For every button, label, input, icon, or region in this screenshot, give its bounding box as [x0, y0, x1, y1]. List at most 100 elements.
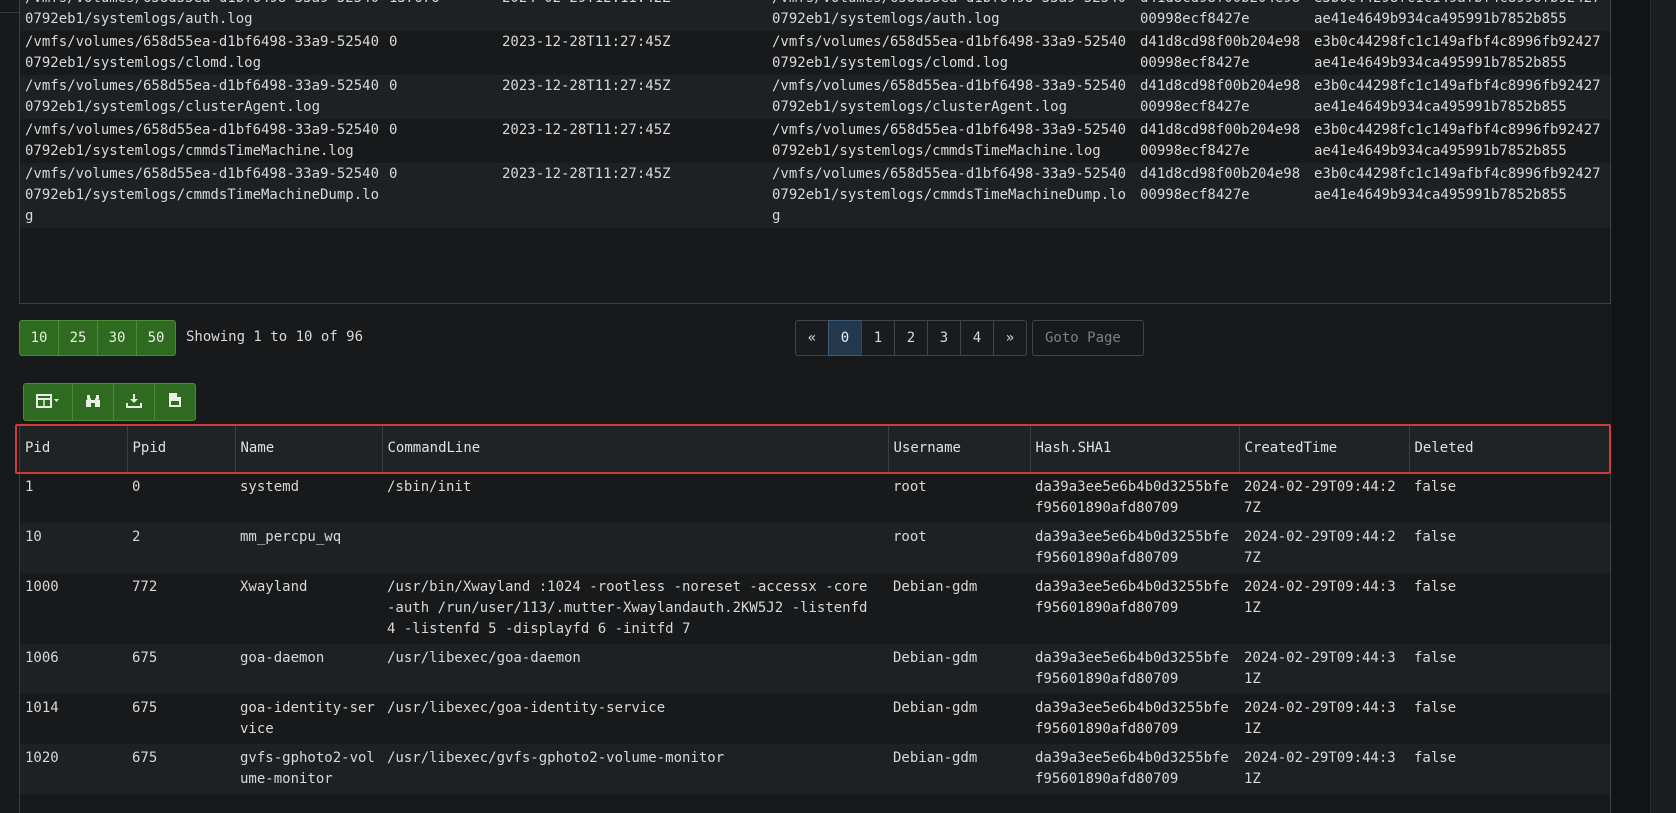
table-cell: d41d8cd98f00b204e9800998ecf8427e: [1135, 31, 1309, 75]
goto-page-input[interactable]: [1032, 320, 1144, 356]
files-table: /vmfs/volumes/658d55ea-d1bf6498-33a9-525…: [20, 0, 1610, 228]
table-cell: Debian-gdm: [888, 743, 1030, 794]
table-cell: 1014: [20, 693, 127, 744]
table-cell: /vmfs/volumes/658d55ea-d1bf6498-33a9-525…: [767, 163, 1135, 228]
table-cell: systemd: [235, 472, 382, 523]
table-cell: 2024-02-29T09:44:31Z: [1239, 693, 1409, 744]
table-cell: e3b0c44298fc1c149afbf4c8996fb92427ae41e4…: [1309, 119, 1610, 163]
table-cell: false: [1409, 572, 1610, 644]
table-cell: 0: [384, 163, 497, 228]
table-row[interactable]: /vmfs/volumes/658d55ea-d1bf6498-33a9-525…: [20, 75, 1610, 119]
columns-icon: [36, 393, 60, 412]
table-cell: 1006: [20, 643, 127, 694]
table-cell: 2023-12-28T11:27:45Z: [497, 163, 767, 228]
table-cell: /usr/bin/Xwayland :1024 -rootless -nores…: [382, 572, 888, 644]
table-cell: 2024-02-29T09:44:27Z: [1239, 522, 1409, 573]
table-row[interactable]: 1000 772 Xwayland/usr/bin/Xwayland :1024 -…: [20, 572, 1610, 644]
table-cell: /vmfs/volumes/658d55ea-d1bf6498-33a9-525…: [767, 31, 1135, 75]
table-cell: 772: [127, 572, 235, 644]
page-4-button[interactable]: 4: [960, 320, 994, 356]
table-row[interactable]: 1006 675 goa-daemon/usr/libexec/goa-daemon…: [20, 643, 1610, 694]
table-cell: /vmfs/volumes/658d55ea-d1bf6498-33a9-525…: [20, 163, 384, 228]
table-cell: e3b0c44298fc1c149afbf4c8996fb92427ae41e4…: [1309, 31, 1610, 75]
table-cell: /usr/libexec/goa-identity-service: [382, 693, 888, 744]
column-header-commandline[interactable]: CommandLine: [382, 426, 889, 473]
table-row[interactable]: 1020 675 gvfs-gphoto2-volume-monitor/usr/l…: [20, 743, 1610, 794]
column-header-pid[interactable]: Pid: [20, 426, 128, 473]
table-cell: 1000: [20, 572, 127, 644]
page-3-button[interactable]: 3: [927, 320, 961, 356]
table-cell: 137676: [384, 0, 497, 31]
table-cell: da39a3ee5e6b4b0d3255bfef95601890afd80709: [1030, 522, 1239, 573]
table-cell: e3b0c44298fc1c149afbf4c8996fb92427ae41e4…: [1309, 163, 1610, 228]
table-cell: /vmfs/volumes/658d55ea-d1bf6498-33a9-525…: [767, 75, 1135, 119]
table-cell: Debian-gdm: [888, 693, 1030, 744]
column-header-hash-sha1[interactable]: Hash.SHA1: [1030, 426, 1240, 473]
page-1-button[interactable]: 1: [861, 320, 895, 356]
download-button[interactable]: [113, 383, 155, 421]
table-cell: Debian-gdm: [888, 643, 1030, 694]
table-row[interactable]: /vmfs/volumes/658d55ea-d1bf6498-33a9-525…: [20, 0, 1610, 31]
column-header-name[interactable]: Name: [235, 426, 383, 473]
table-cell: 2023-12-28T11:27:45Z: [497, 31, 767, 75]
column-toggle-button[interactable]: [23, 383, 73, 421]
vertical-scrollbar[interactable]: [1650, 0, 1676, 813]
table-cell: /vmfs/volumes/658d55ea-d1bf6498-33a9-525…: [20, 31, 384, 75]
table-row[interactable]: 1014 675 goa-identity-service/usr/libexec/…: [20, 693, 1610, 744]
page-size-group: 10 25 30 50: [19, 320, 176, 356]
column-header-createdtime[interactable]: CreatedTime: [1239, 426, 1410, 473]
table-cell: 2024-02-29T09:44:27Z: [1239, 472, 1409, 523]
column-header-deleted[interactable]: Deleted: [1409, 426, 1610, 473]
table-cell: root: [888, 522, 1030, 573]
table-cell: /vmfs/volumes/658d55ea-d1bf6498-33a9-525…: [767, 0, 1135, 31]
table-cell: 2: [127, 522, 235, 573]
page-size-30-button[interactable]: 30: [97, 320, 137, 356]
table-cell: mm_percpu_wq: [235, 522, 382, 573]
next-page-button[interactable]: »: [993, 320, 1027, 356]
search-button[interactable]: [72, 383, 114, 421]
page-size-10-button[interactable]: 10: [19, 320, 59, 356]
table-cell: goa-daemon: [235, 643, 382, 694]
table-cell: 675: [127, 693, 235, 744]
table-cell: e3b0c44298fc1c149afbf4c8996fb92427ae41e4…: [1309, 0, 1610, 31]
table-cell: false: [1409, 522, 1610, 573]
column-header-username[interactable]: Username: [888, 426, 1031, 473]
table-cell: root: [888, 472, 1030, 523]
prev-page-button[interactable]: «: [795, 320, 829, 356]
page-0-button[interactable]: 0: [828, 320, 862, 356]
table-cell: 0: [127, 472, 235, 523]
table-cell: da39a3ee5e6b4b0d3255bfef95601890afd80709: [1030, 743, 1239, 794]
table-row[interactable]: /vmfs/volumes/658d55ea-d1bf6498-33a9-525…: [20, 163, 1610, 228]
table-cell: /vmfs/volumes/658d55ea-d1bf6498-33a9-525…: [20, 0, 384, 31]
table-cell: 2024-02-29T12:11:42Z: [497, 0, 767, 31]
table-cell: 675: [127, 743, 235, 794]
table-cell: gvfs-gphoto2-volume-monitor: [235, 743, 382, 794]
binoculars-icon: [85, 393, 101, 412]
table-cell: false: [1409, 643, 1610, 694]
process-table-container: Pid Ppid Name CommandLine Username Hash.…: [19, 426, 1611, 813]
csv-file-icon: [168, 392, 182, 412]
table-cell: 10: [20, 522, 127, 573]
table-cell: 2024-02-29T09:44:31Z: [1239, 643, 1409, 694]
table-cell: d41d8cd98f00b204e9800998ecf8427e: [1135, 0, 1309, 31]
files-table-container: /vmfs/volumes/658d55ea-d1bf6498-33a9-525…: [19, 0, 1611, 304]
page-2-button[interactable]: 2: [894, 320, 928, 356]
table-cell: /vmfs/volumes/658d55ea-d1bf6498-33a9-525…: [20, 119, 384, 163]
table-cell: [382, 522, 888, 573]
table-cell: d41d8cd98f00b204e9800998ecf8427e: [1135, 75, 1309, 119]
table-row[interactable]: /vmfs/volumes/658d55ea-d1bf6498-33a9-525…: [20, 119, 1610, 163]
table-row[interactable]: /vmfs/volumes/658d55ea-d1bf6498-33a9-525…: [20, 31, 1610, 75]
table-cell: da39a3ee5e6b4b0d3255bfef95601890afd80709: [1030, 643, 1239, 694]
table-row[interactable]: 1 0 systemd/sbin/init root da39a3ee5e6b4b0d3…: [20, 472, 1610, 523]
column-header-ppid[interactable]: Ppid: [127, 426, 236, 473]
page-size-25-button[interactable]: 25: [58, 320, 98, 356]
table-cell: 675: [127, 643, 235, 694]
table-cell: 1: [20, 472, 127, 523]
page-size-50-button[interactable]: 50: [136, 320, 176, 356]
table-cell: Xwayland: [235, 572, 382, 644]
table-cell: /sbin/init: [382, 472, 888, 523]
table-cell: da39a3ee5e6b4b0d3255bfef95601890afd80709: [1030, 693, 1239, 744]
table-cell: /vmfs/volumes/658d55ea-d1bf6498-33a9-525…: [767, 119, 1135, 163]
table-row[interactable]: 10 2 mm_percpu_wq root da39a3ee5e6b4b0d3255b…: [20, 522, 1610, 573]
export-csv-button[interactable]: [154, 383, 196, 421]
